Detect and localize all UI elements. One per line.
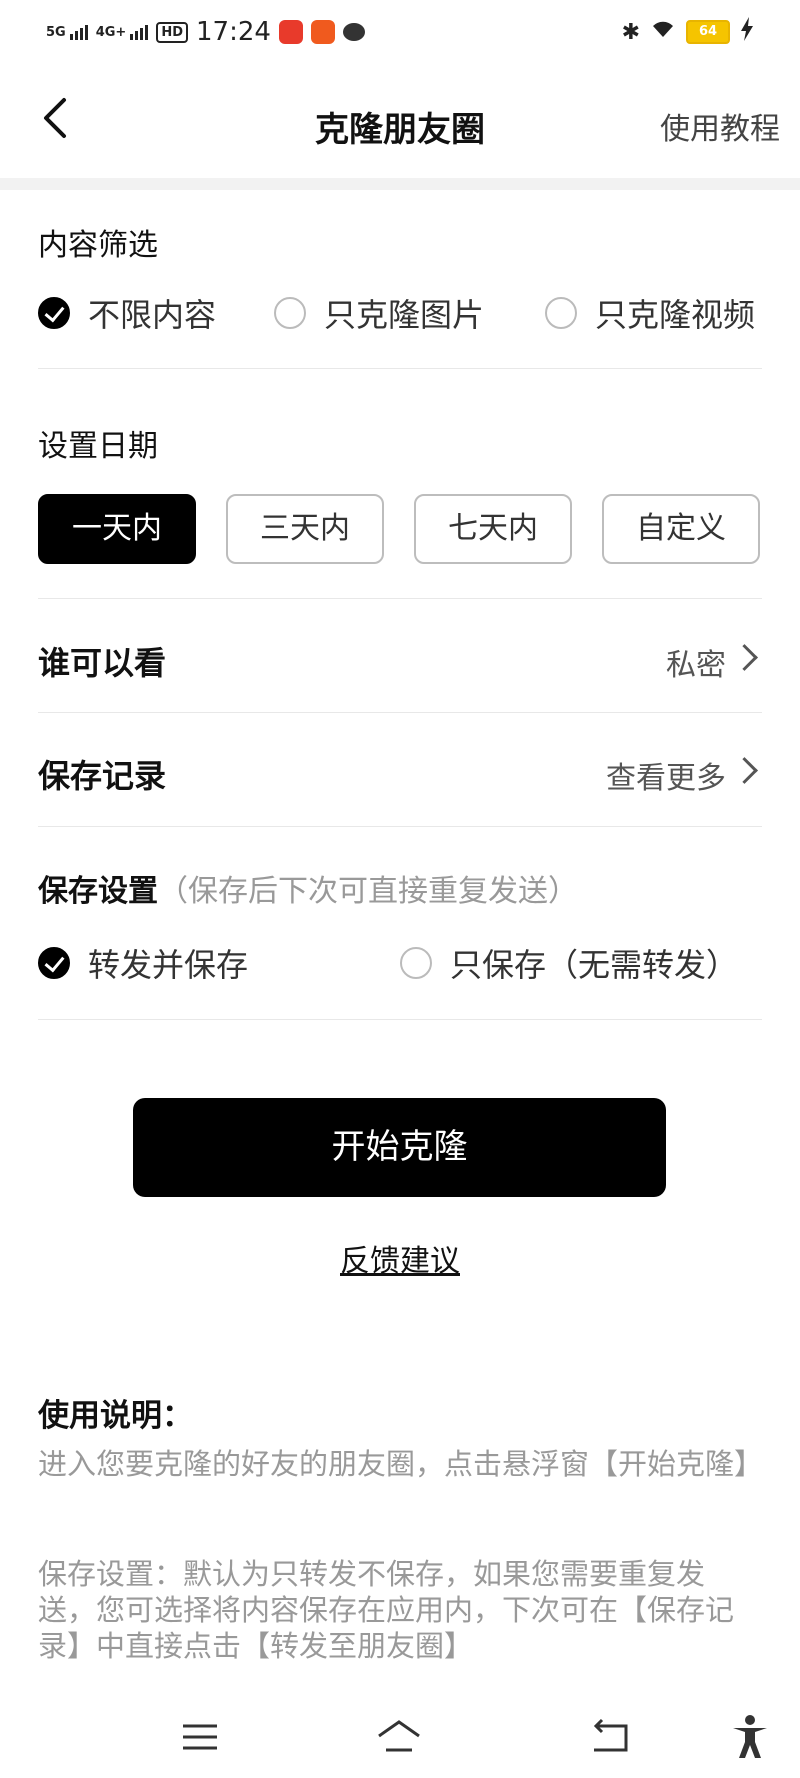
records-value: 查看更多 — [606, 761, 726, 796]
signal-5g-icon: 5G — [46, 24, 88, 40]
option-label: 只克隆图片 — [324, 296, 485, 334]
divider — [38, 1019, 762, 1020]
visibility-value: 私密 — [666, 648, 726, 683]
accessibility-icon[interactable] — [725, 1712, 775, 1762]
feedback-link: 反馈建议 — [0, 1236, 800, 1280]
app-notification-icon — [278, 20, 303, 44]
feedback-link-text[interactable]: 反馈建议 — [340, 1244, 460, 1279]
date-chip-custom[interactable]: 自定义 — [602, 494, 760, 564]
date-chip-three-days[interactable]: 三天内 — [226, 494, 384, 564]
system-nav-bar — [0, 1700, 800, 1778]
chat-icon — [342, 23, 365, 41]
checked-radio-icon — [38, 947, 70, 979]
date-title: 设置日期 — [38, 429, 158, 464]
battery-icon: 64 — [686, 20, 730, 44]
nav-bar: 克隆朋友圈 使用教程 — [0, 64, 800, 178]
save-settings-label: 保存设置 — [38, 874, 158, 909]
instructions-title: 使用说明： — [38, 1398, 193, 1434]
date-chip-one-day[interactable]: 一天内 — [38, 494, 196, 564]
save-option-save-only[interactable]: 只保存（无需转发） — [400, 940, 738, 986]
radio-icon — [274, 297, 306, 329]
status-time: 17:24 — [196, 17, 271, 47]
records-label: 保存记录 — [38, 757, 167, 795]
signal-4g-icon: 4G+ — [96, 24, 149, 40]
option-label: 只保存（无需转发） — [450, 946, 739, 984]
option-label: 不限内容 — [88, 296, 217, 334]
save-settings-hint: （保存后下次可直接重复发送） — [158, 874, 578, 909]
content-filter-title: 内容筛选 — [38, 228, 158, 263]
charging-icon — [740, 17, 754, 47]
status-right: ✱ 64 — [622, 14, 754, 50]
save-option-forward-and-save[interactable]: 转发并保存 — [38, 940, 400, 986]
chevron-right-icon — [731, 644, 758, 671]
checked-radio-icon — [38, 297, 70, 329]
instructions-paragraph-2: 保存设置：默认为只转发不保存，如果您需要重复发送，您可选择将内容保存在应用内，下… — [38, 1557, 735, 1663]
filter-option-images[interactable]: 只克隆图片 — [274, 290, 545, 336]
date-chip-seven-days[interactable]: 七天内 — [414, 494, 572, 564]
divider — [38, 598, 762, 599]
filter-option-all[interactable]: 不限内容 — [38, 290, 274, 336]
app-notification-icon — [310, 20, 335, 44]
start-clone-button[interactable]: 开始克隆 — [133, 1098, 666, 1197]
visibility-label: 谁可以看 — [38, 644, 167, 682]
back-nav-icon[interactable] — [584, 1712, 634, 1762]
save-settings-title: 保存设置（保存后下次可直接重复发送） — [38, 866, 578, 910]
chevron-right-icon — [731, 757, 758, 784]
bluetooth-icon: ✱ — [621, 19, 640, 45]
divider — [38, 712, 762, 713]
radio-icon — [400, 947, 432, 979]
wifi-icon — [650, 19, 676, 45]
divider — [38, 368, 762, 369]
status-left: 5G 4G+ HD 17:24 — [46, 14, 365, 50]
nav-divider — [0, 178, 800, 190]
menu-icon[interactable] — [175, 1712, 225, 1762]
radio-icon — [545, 297, 577, 329]
status-bar: 5G 4G+ HD 17:24 ✱ 64 — [0, 0, 800, 64]
content-filter-options: 不限内容 只克隆图片 只克隆视频 — [38, 290, 755, 336]
save-settings-options: 转发并保存 只保存（无需转发） — [38, 940, 738, 986]
option-label: 只克隆视频 — [595, 296, 756, 334]
home-icon[interactable] — [374, 1712, 424, 1762]
hd-icon: HD — [156, 21, 188, 43]
instructions-paragraph-1: 进入您要克隆的好友的朋友圈，点击悬浮窗【开始克隆】 — [38, 1447, 764, 1481]
tutorial-link[interactable]: 使用教程 — [660, 104, 780, 148]
option-label: 转发并保存 — [88, 946, 249, 984]
divider — [38, 826, 762, 827]
filter-option-videos[interactable]: 只克隆视频 — [545, 290, 755, 336]
